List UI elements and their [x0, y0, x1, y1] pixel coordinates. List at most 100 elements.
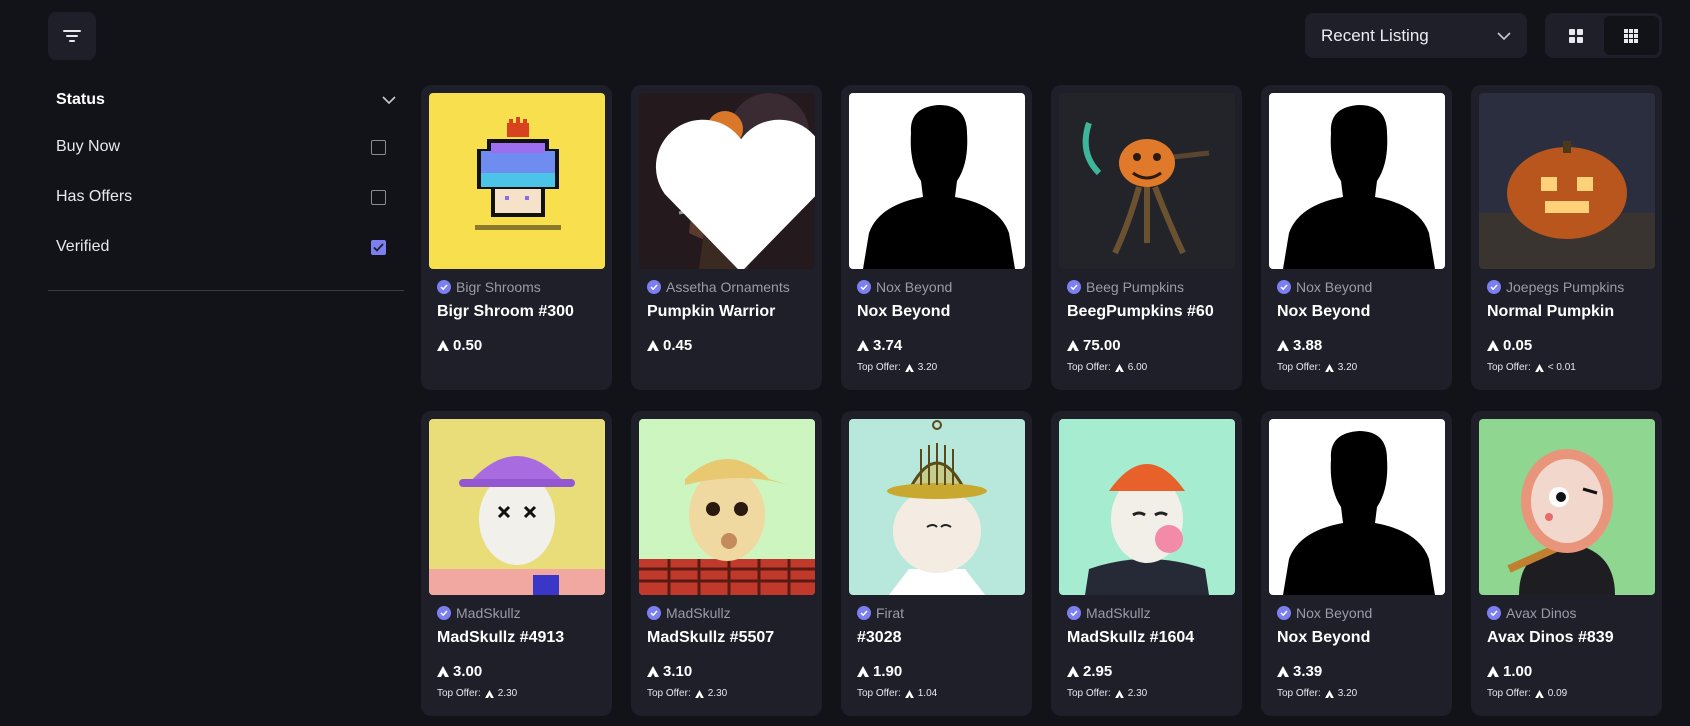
nft-card[interactable]: Avax Dinos Avax Dinos #839 1.00 Top Offe…	[1471, 411, 1662, 716]
verified-badge-icon	[437, 280, 451, 294]
mushroom-pixel-art	[429, 93, 605, 269]
collection-name[interactable]: Bigr Shrooms	[437, 279, 604, 295]
avax-icon	[857, 340, 869, 351]
nft-image	[429, 93, 605, 269]
has-offers-checkbox[interactable]	[371, 189, 386, 205]
buy-now-checkbox[interactable]	[371, 139, 386, 155]
verified-badge-icon	[1487, 280, 1501, 294]
collection-name[interactable]: MadSkullz	[1067, 605, 1234, 621]
top-offer-label: Top Offer:	[1067, 362, 1111, 373]
small-grid-view-button[interactable]	[1603, 16, 1659, 55]
top-offer-label: Top Offer:	[1487, 362, 1531, 373]
price: 1.90	[857, 663, 1024, 680]
collection-name[interactable]: Firat	[857, 605, 1024, 621]
nft-name: Nox Beyond	[1277, 303, 1371, 320]
price-value: 1.00	[1503, 663, 1533, 680]
sort-selected-label: Recent Listing	[1321, 25, 1429, 45]
nft-image	[1269, 93, 1445, 269]
nft-image	[849, 93, 1025, 269]
nft-card[interactable]: Beeg Pumpkins BeegPumpkins #60 75.00 Top…	[1051, 85, 1242, 390]
avax-icon	[1324, 689, 1334, 698]
price-value: 3.39	[1293, 663, 1323, 680]
nft-name: Bigr Shroom #300	[437, 303, 574, 320]
top-offer: Top Offer: 0.09	[1487, 688, 1654, 699]
verified-checkbox[interactable]	[371, 239, 386, 255]
filter-verified[interactable]: Verified	[48, 222, 404, 272]
skull-beanie-art	[1059, 419, 1235, 595]
price-value: 0.45	[663, 337, 693, 354]
collection-label: Bigr Shrooms	[456, 279, 541, 295]
nft-image: 13	[639, 93, 815, 269]
collection-name[interactable]: Nox Beyond	[857, 279, 1024, 295]
nft-card[interactable]: Firat #3028 1.90 Top Offer: 1.04	[841, 411, 1032, 716]
collection-name[interactable]: Nox Beyond	[1277, 279, 1444, 295]
status-section-header[interactable]: Status	[48, 78, 404, 122]
avax-icon	[1487, 666, 1499, 677]
nft-card[interactable]: Bigr Shrooms Bigr Shroom #300 0.50	[421, 85, 612, 390]
nft-image	[849, 419, 1025, 595]
price-value: 0.05	[1503, 337, 1533, 354]
top-offer: Top Offer: 6.00	[1067, 362, 1234, 373]
avax-icon	[1067, 340, 1079, 351]
check-icon	[373, 242, 384, 252]
verified-badge-icon	[437, 606, 451, 620]
birdcage-character-art	[849, 419, 1025, 595]
collection-name[interactable]: Avax Dinos	[1487, 605, 1654, 621]
nft-card[interactable]: MadSkullz MadSkullz #1604 2.95 Top Offer…	[1051, 411, 1242, 716]
grid-large-icon	[1568, 28, 1583, 43]
collection-label: Beeg Pumpkins	[1086, 279, 1185, 295]
collection-name[interactable]: Nox Beyond	[1277, 605, 1444, 621]
nft-card[interactable]: Joepegs Pumpkins Normal Pumpkin 0.05 Top…	[1471, 85, 1662, 390]
avax-icon	[1534, 363, 1544, 372]
price: 0.45	[647, 337, 814, 354]
nft-card[interactable]: MadSkullz MadSkullz #4913 3.00 Top Offer…	[421, 411, 612, 716]
top-offer-value: 3.20	[1337, 362, 1358, 373]
avax-icon	[1487, 340, 1499, 351]
collection-label: MadSkullz	[456, 605, 521, 621]
filter-toggle-button[interactable]	[48, 12, 96, 60]
avax-icon	[1067, 666, 1079, 677]
filter-buy-now[interactable]: Buy Now	[48, 122, 404, 172]
verified-badge-icon	[1067, 606, 1081, 620]
collection-name[interactable]: Assetha Ornaments	[647, 279, 814, 295]
pumpkin-reaper-art	[1059, 93, 1235, 269]
nft-card[interactable]: MadSkullz MadSkullz #5507 3.10 Top Offer…	[631, 411, 822, 716]
collection-name[interactable]: Beeg Pumpkins	[1067, 279, 1234, 295]
silhouette-art	[849, 93, 1025, 269]
collection-label: MadSkullz	[1086, 605, 1151, 621]
collection-name[interactable]: MadSkullz	[437, 605, 604, 621]
sort-dropdown[interactable]: Recent Listing	[1305, 13, 1527, 58]
collection-name[interactable]: Joepegs Pumpkins	[1487, 279, 1654, 295]
nft-card[interactable]: Nox Beyond Nox Beyond 3.74 Top Offer: 3.…	[841, 85, 1032, 390]
price: 3.10	[647, 663, 814, 680]
nft-image	[1059, 419, 1235, 595]
top-offer: Top Offer: 1.04	[857, 688, 1024, 699]
filter-icon	[63, 30, 81, 42]
nft-card[interactable]: Nox Beyond Nox Beyond 3.88 Top Offer: 3.…	[1261, 85, 1452, 390]
top-offer-label: Top Offer:	[647, 688, 691, 699]
collection-name[interactable]: MadSkullz	[647, 605, 814, 621]
nft-name: Nox Beyond	[857, 303, 951, 320]
top-offer-label: Top Offer:	[1067, 688, 1111, 699]
nft-name: MadSkullz #5507	[647, 629, 775, 646]
nft-image	[1269, 419, 1445, 595]
jack-o-lantern-art	[1479, 93, 1655, 269]
large-grid-view-button[interactable]	[1548, 16, 1604, 55]
price: 0.05	[1487, 337, 1654, 354]
collection-label: Firat	[876, 605, 904, 621]
top-offer-value: 2.30	[707, 688, 728, 699]
collection-label: Nox Beyond	[1296, 605, 1373, 621]
price-value: 3.00	[453, 663, 483, 680]
nft-card[interactable]: Nox Beyond Nox Beyond 3.39 Top Offer: 3.…	[1261, 411, 1452, 716]
price: 75.00	[1067, 337, 1234, 354]
nft-name: #3028	[857, 629, 902, 646]
likes-badge: 13	[653, 106, 815, 269]
view-toggle	[1545, 13, 1662, 58]
nft-image	[1479, 93, 1655, 269]
verified-badge-icon	[647, 606, 661, 620]
price-value: 75.00	[1083, 337, 1121, 354]
price-value: 1.90	[873, 663, 903, 680]
verified-badge-icon	[1277, 606, 1291, 620]
filter-has-offers[interactable]: Has Offers	[48, 172, 404, 222]
nft-card[interactable]: 13 Assetha Ornaments Pumpkin Warrior 0.4…	[631, 85, 822, 390]
